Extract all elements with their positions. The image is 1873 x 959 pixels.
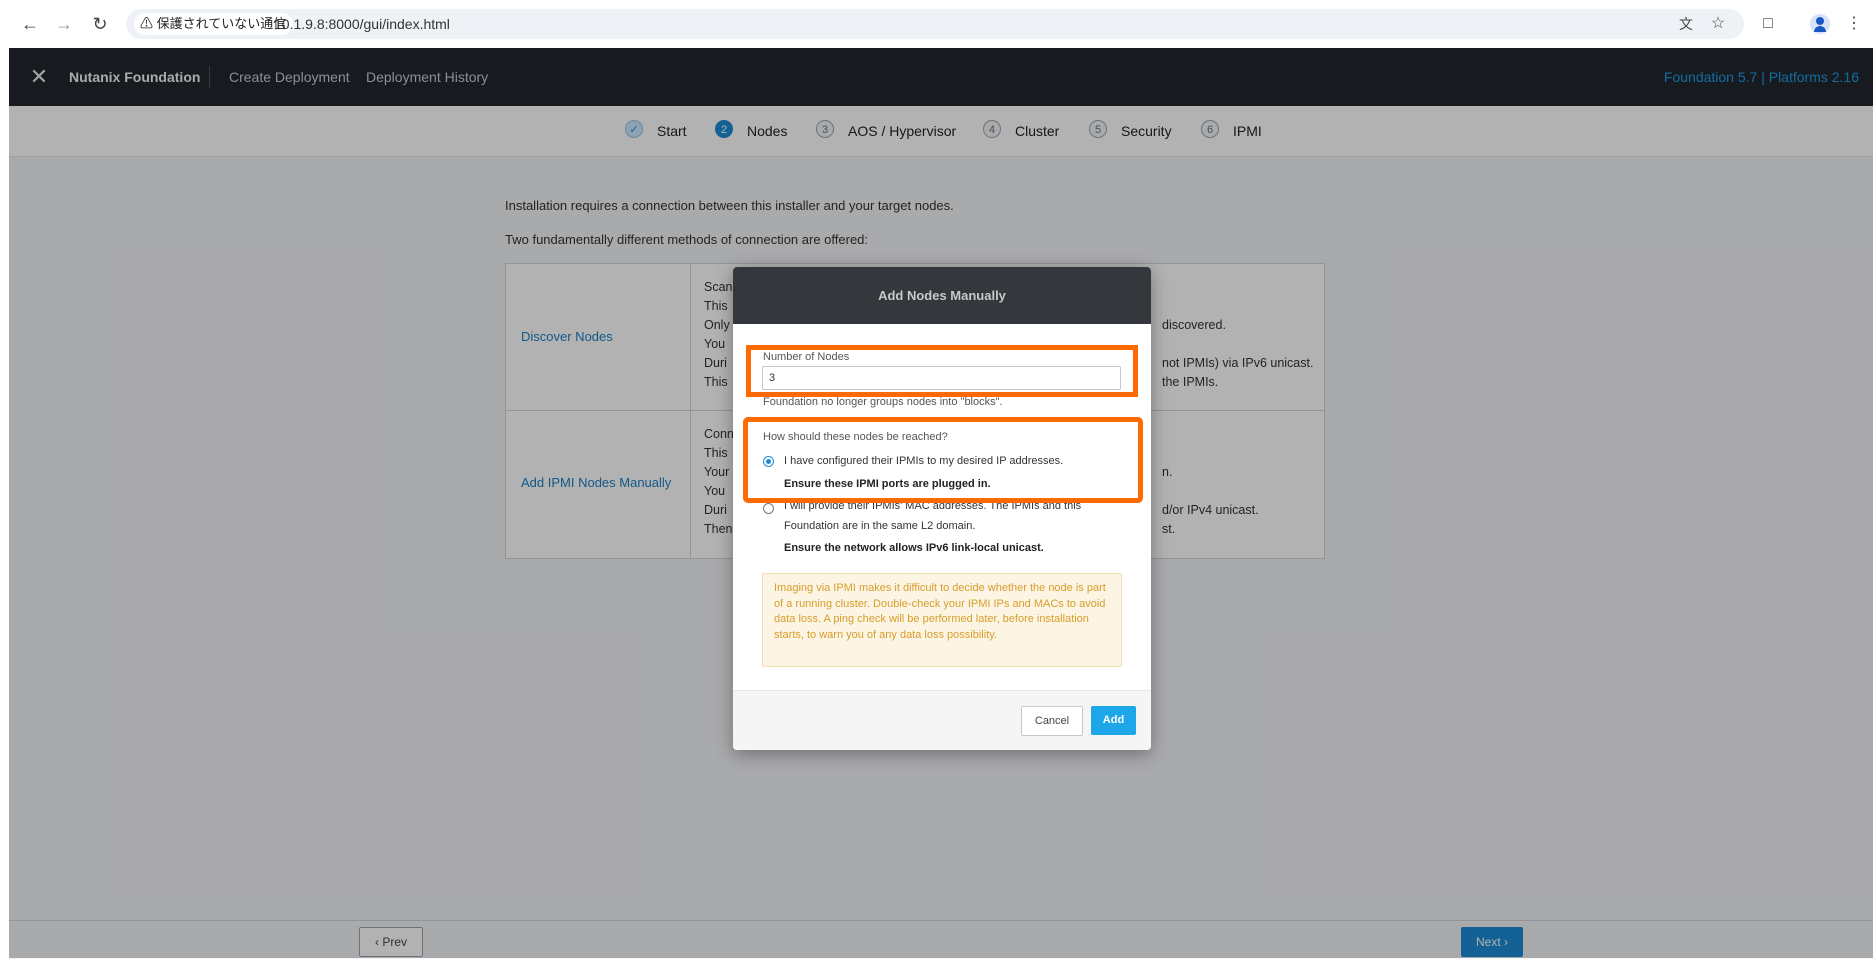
url-text[interactable]: 10.1.9.8:8000/gui/index.html bbox=[274, 9, 450, 39]
add-nodes-manually-dialog: Add Nodes Manually Number of Nodes Found… bbox=[733, 267, 1151, 750]
translate-icon[interactable]: 文 bbox=[1674, 12, 1698, 36]
data-loss-warning: Imaging via IPMI makes it difficult to d… bbox=[762, 573, 1122, 667]
forward-arrow-icon[interactable]: → bbox=[52, 12, 76, 36]
reload-icon[interactable]: ↻ bbox=[88, 12, 112, 36]
menu-icon[interactable]: ⋮ bbox=[1842, 12, 1866, 36]
profile-icon[interactable] bbox=[1808, 12, 1832, 36]
highlight-reach-option bbox=[743, 417, 1143, 503]
add-button[interactable]: Add bbox=[1091, 706, 1136, 735]
dialog-header: Add Nodes Manually bbox=[733, 267, 1151, 324]
star-icon[interactable]: ☆ bbox=[1706, 12, 1730, 36]
browser-toolbar: ← → ↻ ⚠ 保護されていない通信 10.1.9.8:8000/gui/ind… bbox=[0, 0, 1873, 48]
reach-option-mac-text-2[interactable]: Foundation are in the same L2 domain. bbox=[784, 516, 975, 536]
window-edge bbox=[0, 48, 9, 958]
highlight-number-of-nodes bbox=[746, 345, 1138, 397]
dialog-title: Add Nodes Manually bbox=[878, 288, 1006, 303]
back-arrow-icon[interactable]: ← bbox=[18, 12, 42, 36]
number-of-nodes-hint: Foundation no longer groups nodes into "… bbox=[763, 396, 1003, 408]
reach-option-mac-note: Ensure the network allows IPv6 link-loca… bbox=[784, 542, 1044, 554]
extensions-icon[interactable]: □ bbox=[1756, 12, 1780, 36]
dialog-footer: Cancel Add bbox=[733, 690, 1151, 750]
security-warning-badge[interactable]: ⚠ 保護されていない通信 bbox=[134, 13, 294, 35]
cancel-button[interactable]: Cancel bbox=[1021, 706, 1083, 736]
address-bar[interactable]: ⚠ 保護されていない通信 10.1.9.8:8000/gui/index.htm… bbox=[126, 9, 1744, 39]
reach-option-mac-radio[interactable] bbox=[763, 503, 774, 514]
